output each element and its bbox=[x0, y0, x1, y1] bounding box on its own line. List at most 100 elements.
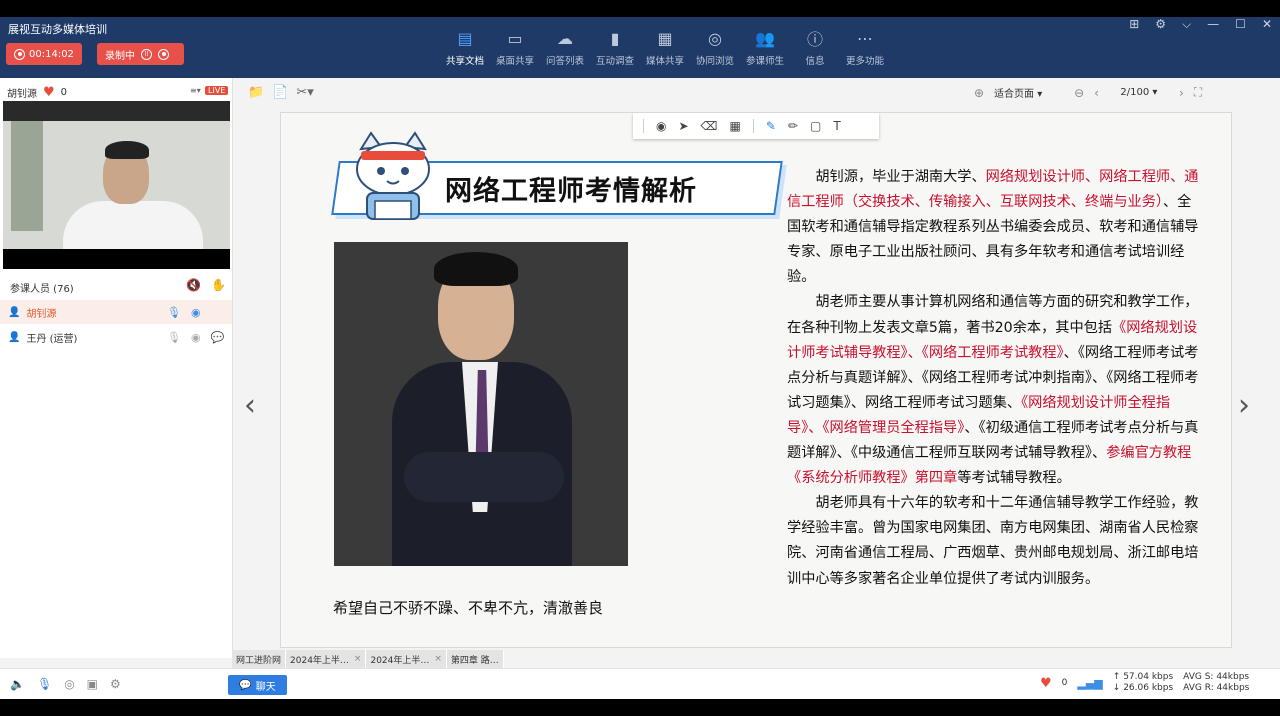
toolbar-label: 桌面共享 bbox=[495, 56, 534, 67]
mic-icon[interactable]: 🎙 bbox=[167, 306, 181, 319]
bio-paragraph: 胡钊源，毕业于湖南大学、网络规划设计师、网络工程师、通信工程师（交换技术、传输接… bbox=[787, 165, 1205, 290]
next-slide-arrow[interactable]: › bbox=[1238, 388, 1250, 423]
minimize-icon[interactable]: — bbox=[1207, 17, 1219, 32]
window-controls: ⊞ ⚙ ⌵ — ☐ ✕ bbox=[1129, 17, 1272, 32]
mute-all-icon[interactable]: 🔇 bbox=[186, 278, 201, 292]
toolbar-film-button[interactable]: ▦ 媒体共享 bbox=[640, 23, 690, 68]
bio-text: 胡老师具有十六年的软考和十二年通信辅导教学工作经验，教学经验丰富。曾为国家电网集… bbox=[787, 495, 1199, 587]
mic-icon[interactable]: 🎙 bbox=[167, 331, 181, 344]
camera-icon[interactable]: ◎ bbox=[64, 677, 74, 691]
toolbar-label: 媒体共享 bbox=[645, 56, 684, 67]
bio-paragraph: 胡老师具有十六年的软考和十二年通信辅导教学工作经验，教学经验丰富。曾为国家电网集… bbox=[787, 491, 1205, 591]
prev-page-icon[interactable]: ‹ bbox=[1094, 86, 1099, 100]
document-stage: ‹ › 网络工程师考情解析 希望自己不骄不躁、不卑不亢，清澈善良 胡钊源，毕业于… bbox=[234, 108, 1280, 658]
zoom-select[interactable]: 适合页面 ▾ bbox=[994, 85, 1064, 100]
clear-icon[interactable]: ▦ bbox=[730, 119, 741, 133]
close-tab-icon[interactable]: × bbox=[434, 654, 442, 664]
download-rate: ↓ 26.06 kbps bbox=[1112, 683, 1174, 693]
cursor-icon[interactable]: ➤ bbox=[678, 119, 688, 133]
participant-row[interactable]: 👤 王丹 (运营) 🎙 ◉ 💬 bbox=[0, 325, 232, 349]
document-toolbar: 📁 📄 ✂▾ ⊕ 适合页面 ▾ ⊖ ‹ 2/100 ▾ › ⛶ bbox=[234, 78, 1280, 108]
camera-icon[interactable]: ◉ bbox=[191, 331, 201, 344]
avg-receive: AVG R: 44kbps bbox=[1183, 683, 1250, 693]
recording-button[interactable]: 录制中 ll bbox=[97, 43, 184, 65]
screen-frame: 展视互动多媒体培训 00:14:02 录制中 ll ▤ 共享文档 ▭ 桌面共享 ☁ 问答列… bbox=[0, 0, 1280, 716]
toolbar-more-button[interactable]: ⋯ 更多功能 bbox=[840, 23, 890, 68]
presenter-video[interactable] bbox=[3, 101, 230, 269]
bio-paragraph: 胡老师主要从事计算机网络和通信等方面的研究和教学工作，在各种刊物上发表文章5篇，… bbox=[787, 290, 1205, 491]
host-icon: 👤 bbox=[8, 306, 21, 318]
zoom-out-icon[interactable]: ⊖ bbox=[1074, 86, 1084, 100]
compass-icon: ◎ bbox=[708, 28, 722, 48]
timer-button[interactable]: 00:14:02 bbox=[6, 43, 82, 65]
chat-button[interactable]: 💬 聊天 bbox=[228, 675, 287, 695]
camera-icon[interactable]: ◉ bbox=[191, 306, 201, 319]
avg-send: AVG S: 44kbps bbox=[1183, 672, 1250, 682]
maximize-icon[interactable]: ☐ bbox=[1235, 17, 1246, 32]
hand-icon[interactable]: ✋ bbox=[211, 278, 226, 292]
record-stop-icon[interactable] bbox=[158, 48, 169, 60]
doc-tab[interactable]: 网工进阶网 bbox=[232, 650, 287, 668]
toolbar-document-button[interactable]: ▤ 共享文档 bbox=[440, 23, 490, 68]
like-count: 0 bbox=[1061, 677, 1068, 688]
zoom-in-icon[interactable]: ⊕ bbox=[974, 86, 984, 100]
pen-icon[interactable]: ✏ bbox=[788, 119, 798, 133]
settings-icon[interactable]: ⚙ bbox=[1155, 17, 1166, 32]
page-indicator[interactable]: 2/100 ▾ bbox=[1109, 87, 1169, 98]
participant-name: 胡钊源 bbox=[26, 308, 57, 320]
timer-text: 00:14:02 bbox=[29, 48, 74, 60]
toolbar-desktop-button[interactable]: ▭ 桌面共享 bbox=[490, 23, 540, 68]
toolbar-qa-button[interactable]: ☁ 问答列表 bbox=[540, 23, 590, 68]
close-icon[interactable]: ✕ bbox=[1262, 17, 1272, 32]
toolbar-chart-button[interactable]: ▮ 互动调查 bbox=[590, 23, 640, 68]
record-icon[interactable]: ▣ bbox=[87, 677, 98, 691]
pause-icon[interactable]: ll bbox=[141, 48, 152, 60]
heart-icon[interactable]: ♥ bbox=[43, 85, 55, 100]
fullscreen-icon[interactable]: ⛶ bbox=[1194, 85, 1202, 100]
toolbar-compass-button[interactable]: ◎ 协同浏览 bbox=[690, 23, 740, 68]
slide-page: 网络工程师考情解析 希望自己不骄不躁、不卑不亢，清澈善良 胡钊源，毕业于湖南大学… bbox=[280, 112, 1232, 648]
desktop-icon: ▭ bbox=[507, 28, 523, 48]
doc-tab[interactable]: 2024年上半… × bbox=[286, 650, 367, 668]
folder-icon[interactable]: 📁 bbox=[248, 85, 264, 100]
pointer-dot-icon[interactable]: ◉ bbox=[656, 119, 666, 133]
eraser-icon[interactable]: ⌫ bbox=[701, 119, 718, 133]
teacher-photo bbox=[334, 242, 628, 566]
toolbar-users-button[interactable]: 👥 参课师生 bbox=[740, 23, 790, 68]
rectangle-icon[interactable]: ▢ bbox=[810, 119, 821, 133]
chart-icon: ▮ bbox=[610, 28, 620, 48]
microphone-icon[interactable]: 🎙 bbox=[37, 677, 52, 691]
signal-icon: ≡▾ bbox=[190, 86, 201, 95]
scissors-icon[interactable]: ✂▾ bbox=[296, 85, 313, 100]
participants-header: 参课人员 (76) bbox=[10, 284, 74, 295]
film-icon: ▦ bbox=[657, 28, 673, 48]
presenter-name: 胡钊源 bbox=[7, 89, 37, 100]
app-window: 展视互动多媒体培训 00:14:02 录制中 ll ▤ 共享文档 ▭ 桌面共享 ☁ 问答列… bbox=[0, 17, 1280, 699]
text-icon[interactable]: T bbox=[833, 119, 840, 133]
next-page-icon[interactable]: › bbox=[1179, 86, 1184, 100]
doc-tab[interactable]: 2024年上半… × bbox=[366, 650, 447, 668]
settings-icon[interactable]: ⚙ bbox=[110, 677, 121, 691]
network-stats: ♥ 0 ▂▄▆ ↑ 57.04 kbps ↓ 26.06 kbps AVG S:… bbox=[1040, 672, 1249, 694]
bio-text: 等考试辅导教程。 bbox=[957, 470, 1071, 487]
document-icon: ▤ bbox=[457, 28, 473, 48]
layout-icon[interactable]: ⊞ bbox=[1129, 17, 1139, 32]
teacher-bio: 胡钊源，毕业于湖南大学、网络规划设计师、网络工程师、通信工程师（交换技术、传输接… bbox=[787, 165, 1205, 592]
chat-icon: 💬 bbox=[239, 679, 252, 691]
heart-icon[interactable]: ♥ bbox=[1040, 677, 1052, 690]
document-tabs: 网工进阶网 2024年上半… × 2024年上半… × 第四章 路… bbox=[232, 650, 504, 668]
doc-tab[interactable]: 第四章 路… bbox=[446, 650, 504, 668]
prev-slide-arrow[interactable]: ‹ bbox=[244, 388, 256, 423]
file-icon[interactable]: 📄 bbox=[272, 85, 288, 100]
speaker-icon[interactable]: 🔈 bbox=[10, 677, 25, 691]
chat-bubble-icon[interactable]: 💬 bbox=[211, 331, 225, 344]
close-tab-icon[interactable]: × bbox=[354, 654, 362, 664]
slide-title: 网络工程师考情解析 bbox=[445, 176, 697, 207]
highlighter-icon[interactable]: ✎ bbox=[766, 119, 776, 133]
participant-row[interactable]: 👤 胡钊源 🎙 ◉ bbox=[0, 300, 232, 324]
toolbar-info-button[interactable]: ⓘ 信息 bbox=[790, 23, 840, 67]
toolbar-label: 共享文档 bbox=[445, 56, 484, 67]
signal-bars-icon: ▂▄▆ bbox=[1077, 676, 1103, 690]
dropdown-icon[interactable]: ⌵ bbox=[1182, 17, 1191, 32]
users-icon: 👥 bbox=[755, 28, 775, 48]
